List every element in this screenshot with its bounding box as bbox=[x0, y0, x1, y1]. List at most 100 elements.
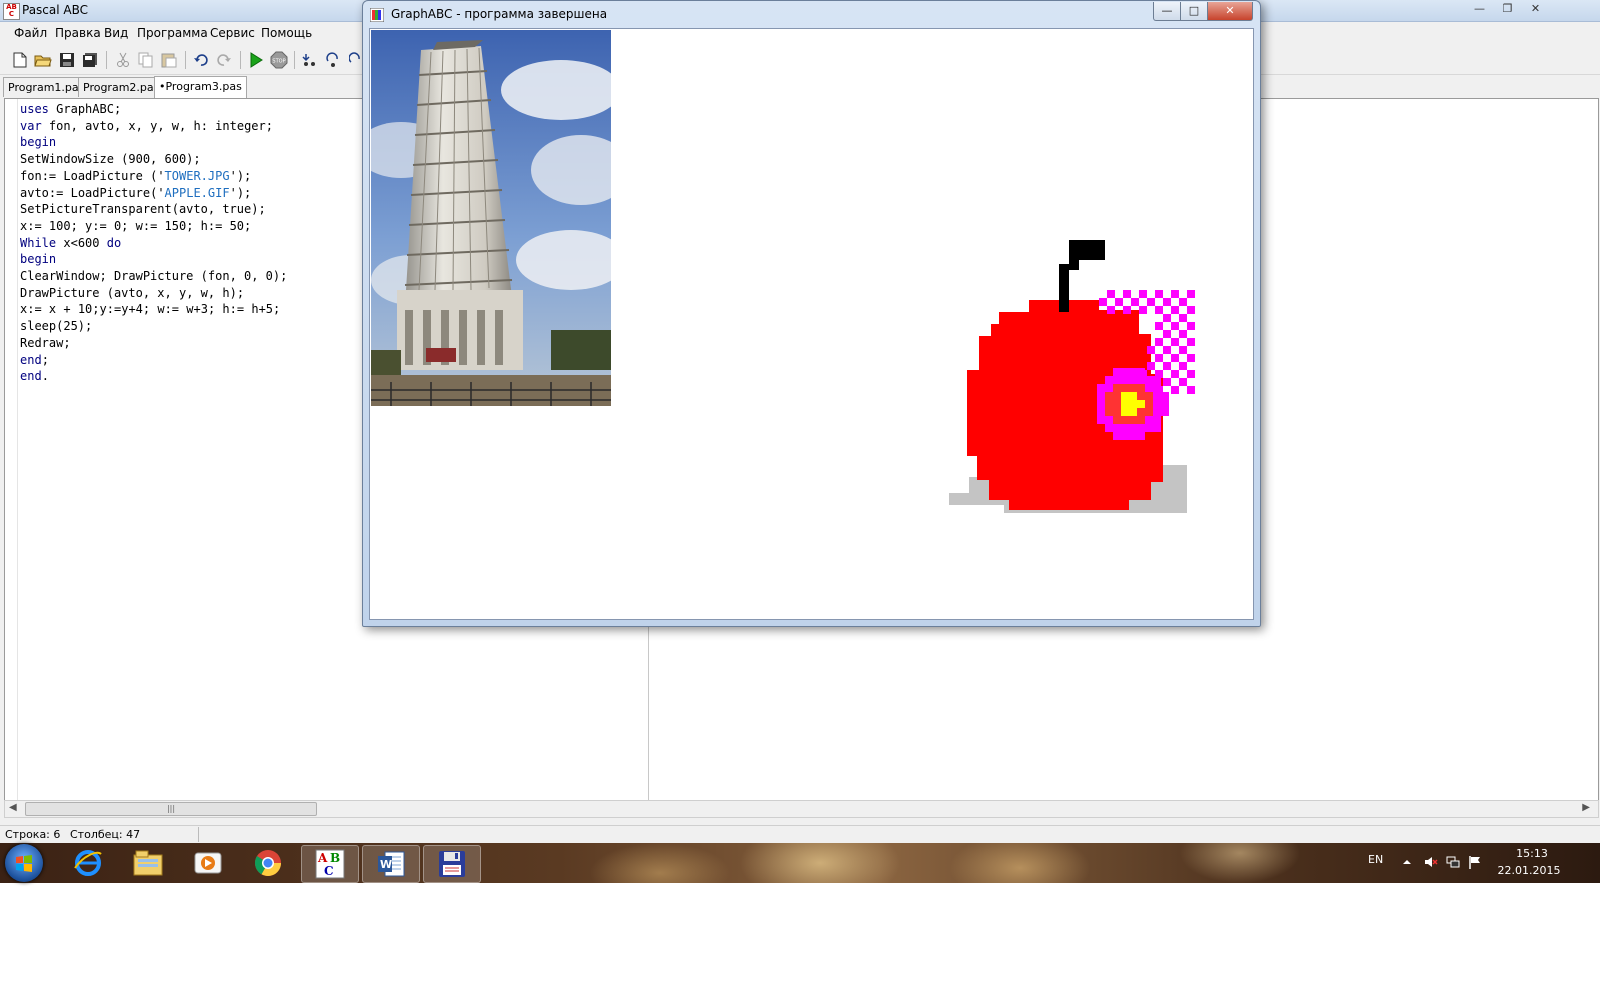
clock-time[interactable]: 15:13 bbox=[1502, 847, 1562, 860]
code-line[interactable]: avto:= LoadPicture('APPLE.GIF'); bbox=[20, 185, 287, 202]
tab-program3[interactable]: •Program3.pas bbox=[154, 76, 247, 98]
apple-blossom-pixel bbox=[1121, 392, 1129, 400]
run-icon[interactable] bbox=[246, 50, 266, 70]
horizontal-scrollbar[interactable]: ◀ ||| ▶ bbox=[4, 800, 1599, 818]
menu-help[interactable]: Помощь bbox=[261, 26, 312, 40]
system-tray: EN 15:13 22.01.2015 bbox=[1340, 843, 1600, 883]
code-line[interactable]: x:= x + 10;y:=y+4; w:= w+3; h:= h+5; bbox=[20, 301, 287, 318]
stop-icon[interactable]: STOP bbox=[269, 50, 289, 70]
word-icon[interactable]: W bbox=[362, 845, 420, 883]
apple-blossom-pixel bbox=[1113, 432, 1121, 440]
show-hidden-icons-icon[interactable] bbox=[1400, 855, 1414, 869]
scroll-left-icon[interactable]: ◀ bbox=[9, 802, 17, 813]
apple-blossom-pixel bbox=[1161, 392, 1169, 400]
graph-minimize-icon[interactable]: — bbox=[1153, 2, 1181, 21]
apple-blossom-pixel bbox=[1121, 416, 1129, 424]
code-line[interactable]: end. bbox=[20, 368, 287, 385]
code-text[interactable]: uses GraphABC; var fon, avto, x, y, w, h:… bbox=[20, 101, 287, 385]
code-line[interactable]: begin bbox=[20, 251, 287, 268]
action-center-flag-icon[interactable] bbox=[1468, 855, 1482, 869]
restore-icon[interactable]: ❐ bbox=[1494, 1, 1521, 18]
chrome-icon[interactable] bbox=[240, 845, 296, 881]
menu-edit[interactable]: Правка bbox=[55, 26, 101, 40]
cut-icon[interactable] bbox=[113, 50, 133, 70]
scrollbar-thumb[interactable]: ||| bbox=[25, 802, 317, 816]
save-all-icon[interactable] bbox=[80, 50, 100, 70]
apple-blossom-pixel bbox=[1097, 416, 1105, 424]
apple-highlight-pixel bbox=[1131, 298, 1139, 306]
apple-blossom-pixel bbox=[1113, 416, 1121, 424]
svg-text:A: A bbox=[317, 851, 328, 865]
graphabc-app-icon bbox=[370, 8, 384, 22]
apple-highlight-pixel bbox=[1179, 362, 1187, 370]
step-over-icon[interactable] bbox=[323, 50, 343, 70]
graph-maximize-icon[interactable]: □ bbox=[1180, 2, 1208, 21]
open-folder-icon[interactable] bbox=[33, 50, 53, 70]
menu-file[interactable]: Файл bbox=[14, 26, 47, 40]
code-line[interactable]: end; bbox=[20, 352, 287, 369]
apple-blossom-pixel bbox=[1129, 432, 1137, 440]
save-icon[interactable] bbox=[57, 50, 77, 70]
apple-blossom-pixel bbox=[1153, 424, 1161, 432]
redo-icon[interactable] bbox=[214, 50, 234, 70]
minimize-icon[interactable]: — bbox=[1466, 1, 1493, 18]
apple-highlight-pixel bbox=[1187, 386, 1195, 394]
code-line[interactable]: Redraw; bbox=[20, 335, 287, 352]
apple-highlight-pixel bbox=[1147, 298, 1155, 306]
menu-view[interactable]: Вид bbox=[104, 26, 128, 40]
tab-program1[interactable]: Program1.pas bbox=[3, 77, 90, 97]
volume-muted-icon[interactable] bbox=[1424, 855, 1438, 869]
apple-blossom-pixel bbox=[1105, 416, 1113, 424]
graphabc-canvas[interactable] bbox=[369, 28, 1254, 620]
copy-icon[interactable] bbox=[136, 50, 156, 70]
code-line[interactable]: sleep(25); bbox=[20, 318, 287, 335]
pascal-abc-icon[interactable]: ABC bbox=[301, 845, 359, 883]
internet-explorer-icon[interactable] bbox=[60, 845, 116, 881]
code-line[interactable]: While x<600 do bbox=[20, 235, 287, 252]
code-line[interactable]: fon:= LoadPicture ('TOWER.JPG'); bbox=[20, 168, 287, 185]
apple-blossom-pixel bbox=[1121, 368, 1129, 376]
code-line[interactable]: ClearWindow; DrawPicture (fon, 0, 0); bbox=[20, 268, 287, 285]
code-line[interactable]: uses GraphABC; bbox=[20, 101, 287, 118]
apple-blossom-pixel bbox=[1161, 408, 1169, 416]
menu-program[interactable]: Программа bbox=[137, 26, 208, 40]
scroll-right-icon[interactable]: ▶ bbox=[1582, 802, 1590, 813]
graphabc-window: GraphABC - программа завершена — □ ✕ bbox=[362, 0, 1261, 627]
file-explorer-icon[interactable] bbox=[120, 845, 176, 881]
svg-text:W: W bbox=[380, 858, 392, 871]
tab-program2[interactable]: Program2.pas bbox=[78, 77, 165, 97]
floppy-save-icon[interactable] bbox=[423, 845, 481, 883]
clock-date[interactable]: 22.01.2015 bbox=[1492, 864, 1566, 877]
apple-blossom-pixel bbox=[1097, 408, 1105, 416]
apple-blossom-pixel bbox=[1145, 424, 1153, 432]
menu-service[interactable]: Сервис bbox=[210, 26, 255, 40]
new-file-icon[interactable] bbox=[10, 50, 30, 70]
apple-highlight-pixel bbox=[1163, 298, 1171, 306]
close-icon[interactable]: ✕ bbox=[1522, 1, 1549, 18]
apple-blossom-pixel bbox=[1113, 408, 1121, 416]
apple-blossom-pixel bbox=[1121, 376, 1129, 384]
code-line[interactable]: x:= 100; y:= 0; w:= 150; h:= 50; bbox=[20, 218, 287, 235]
media-player-icon[interactable] bbox=[180, 845, 236, 881]
graph-close-icon[interactable]: ✕ bbox=[1207, 2, 1253, 21]
step-into-icon[interactable] bbox=[300, 50, 320, 70]
code-line[interactable]: begin bbox=[20, 134, 287, 151]
apple-blossom-pixel bbox=[1145, 416, 1153, 424]
output-splitter[interactable] bbox=[648, 619, 649, 801]
code-line[interactable]: SetPictureTransparent(avto, true); bbox=[20, 201, 287, 218]
code-line[interactable]: DrawPicture (avto, x, y, w, h); bbox=[20, 285, 287, 302]
network-icon[interactable] bbox=[1446, 855, 1460, 869]
apple-blossom-pixel bbox=[1129, 416, 1137, 424]
undo-icon[interactable] bbox=[191, 50, 211, 70]
apple-highlight-pixel bbox=[1139, 306, 1147, 314]
code-line[interactable]: var fon, avto, x, y, w, h: integer; bbox=[20, 118, 287, 135]
start-button[interactable] bbox=[5, 844, 43, 882]
code-line[interactable]: SetWindowSize (900, 600); bbox=[20, 151, 287, 168]
apple-highlight-pixel bbox=[1171, 354, 1179, 362]
language-indicator[interactable]: EN bbox=[1368, 853, 1383, 866]
apple-blossom-pixel bbox=[1129, 400, 1137, 408]
apple-blossom-pixel bbox=[1105, 408, 1113, 416]
apple-highlight-pixel bbox=[1163, 330, 1171, 338]
paste-icon[interactable] bbox=[159, 50, 179, 70]
apple-highlight-pixel bbox=[1179, 314, 1187, 322]
